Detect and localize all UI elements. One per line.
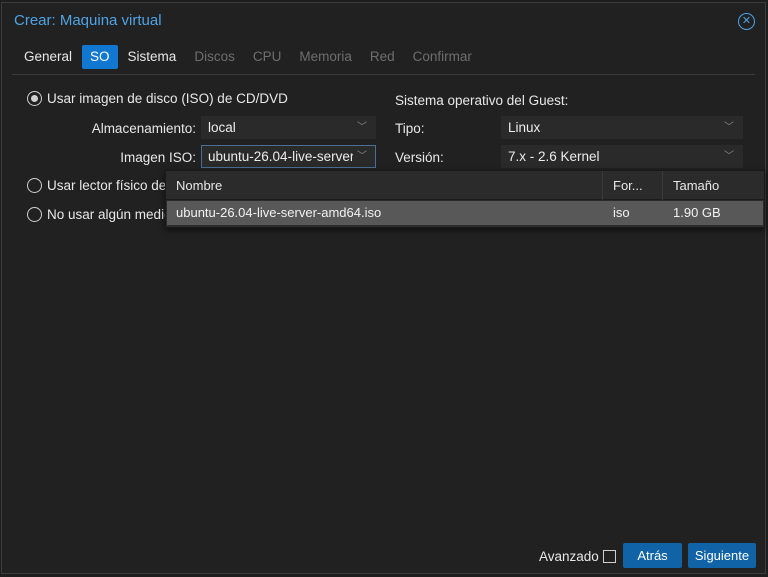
- tab-cpu: CPU: [252, 49, 282, 64]
- guest-os-title: Sistema operativo del Guest:: [395, 93, 569, 108]
- next-button[interactable]: Siguiente: [688, 543, 756, 568]
- advanced-checkbox[interactable]: [603, 550, 616, 563]
- os-version-select[interactable]: 7.x - 2.6 Kernel ﹀: [501, 145, 743, 168]
- iso-dropdown-list: Nombre For... Tamaño ubuntu-26.04-live-s…: [165, 170, 765, 228]
- iso-image-select[interactable]: ubuntu-26.04-live-server-amd64.iso ﹀: [201, 145, 376, 168]
- storage-label: Almacenamiento:: [91, 121, 196, 136]
- iso-row-format: iso: [613, 205, 630, 220]
- os-type-label: Tipo:: [395, 121, 425, 136]
- iso-row-name: ubuntu-26.04-live-server-amd64.iso: [176, 205, 382, 220]
- physical-drive-label: Usar lector físico de: [47, 178, 167, 193]
- tab-disks: Discos: [194, 49, 235, 64]
- tab-network: Red: [369, 49, 395, 64]
- chevron-down-icon[interactable]: ﹀: [723, 117, 735, 138]
- column-name[interactable]: Nombre: [166, 171, 603, 200]
- no-media-option[interactable]: No usar algún medio: [27, 207, 172, 222]
- tab-system[interactable]: Sistema: [120, 45, 185, 69]
- tab-general[interactable]: General: [16, 45, 80, 69]
- column-format[interactable]: For...: [603, 171, 663, 200]
- iso-image-value: ubuntu-26.04-live-server-amd64.iso: [208, 149, 353, 164]
- chevron-down-icon[interactable]: ﹀: [723, 146, 735, 167]
- storage-value: local: [208, 120, 236, 135]
- iso-list-row[interactable]: ubuntu-26.04-live-server-amd64.iso iso 1…: [167, 201, 763, 225]
- wizard-tabs: General SO Sistema Discos CPU Memoria Re…: [16, 45, 482, 69]
- storage-select[interactable]: local ﹀: [201, 116, 376, 139]
- os-version-label: Versión:: [395, 150, 444, 165]
- os-type-value: Linux: [508, 120, 541, 135]
- tab-os[interactable]: SO: [82, 45, 118, 69]
- no-media-label: No usar algún medio: [47, 207, 172, 222]
- tabs-divider: [12, 74, 755, 75]
- tab-memory: Memoria: [299, 49, 352, 64]
- physical-drive-radio[interactable]: [27, 178, 42, 193]
- dialog-title: Crear: Maquina virtual: [14, 12, 162, 29]
- iso-image-label: Imagen ISO:: [120, 150, 196, 165]
- physical-drive-option[interactable]: Usar lector físico de: [27, 178, 166, 193]
- chevron-down-icon[interactable]: ﹀: [356, 117, 368, 138]
- use-iso-radio[interactable]: [27, 91, 42, 106]
- iso-row-size: 1.90 GB: [673, 205, 721, 220]
- advanced-label: Avanzado: [539, 549, 599, 564]
- iso-list-header: Nombre For... Tamaño: [166, 171, 764, 200]
- chevron-down-icon[interactable]: ﹀: [356, 146, 368, 167]
- os-type-select[interactable]: Linux ﹀: [501, 116, 743, 139]
- create-vm-dialog: Crear: Maquina virtual ✕ General SO Sist…: [1, 2, 766, 574]
- dialog-titlebar[interactable]: Crear: Maquina virtual ✕: [2, 3, 765, 39]
- os-version-value: 7.x - 2.6 Kernel: [508, 149, 600, 164]
- use-iso-option[interactable]: Usar imagen de disco (ISO) de CD/DVD: [27, 91, 288, 106]
- use-iso-label: Usar imagen de disco (ISO) de CD/DVD: [47, 91, 288, 106]
- column-size[interactable]: Tamaño: [663, 171, 763, 200]
- no-media-radio[interactable]: [27, 207, 42, 222]
- back-button[interactable]: Atrás: [623, 543, 682, 568]
- tab-confirm: Confirmar: [412, 49, 472, 64]
- close-icon[interactable]: ✕: [738, 13, 755, 30]
